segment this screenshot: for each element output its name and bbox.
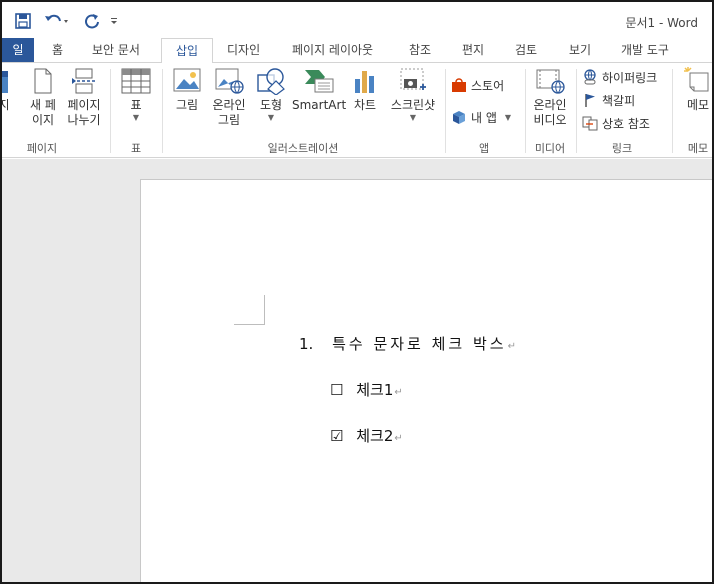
- cross-reference-button[interactable]: 상호 참조: [582, 113, 650, 133]
- screenshot-label: 스크린샷: [390, 98, 436, 112]
- bookmark-icon: [585, 94, 595, 107]
- my-apps-icon: [453, 111, 465, 124]
- paragraph-mark: ↵: [507, 341, 516, 352]
- tab-home[interactable]: 홈: [52, 38, 63, 62]
- tab-references[interactable]: 참조: [409, 38, 431, 62]
- checkbox-text-2: 체크2: [356, 427, 394, 445]
- margin-corner-mark: [234, 324, 265, 325]
- chart-button[interactable]: 차트: [350, 67, 380, 113]
- shapes-button[interactable]: 도형 ▼: [254, 67, 288, 122]
- store-icon: [452, 78, 466, 92]
- tab-page-layout[interactable]: 페이지 레이아웃: [292, 38, 373, 62]
- list-item-text: 특수 문자로 체크 박스: [332, 335, 507, 353]
- document-area: [2, 159, 712, 582]
- tab-review[interactable]: 검토: [515, 38, 537, 62]
- list-number: 1.: [299, 335, 314, 353]
- customize-qat-icon[interactable]: [108, 11, 120, 31]
- group-label-comments: 메모: [687, 142, 709, 155]
- my-apps-label: 내 앱: [471, 110, 497, 125]
- comment-button[interactable]: 메모: [680, 67, 712, 113]
- chevron-down-icon: ▼: [267, 113, 275, 122]
- store-button[interactable]: 스토어: [451, 75, 504, 95]
- undo-icon[interactable]: [42, 11, 72, 31]
- table-label: 표: [130, 98, 142, 112]
- blank-page-label-2: 이지: [31, 113, 55, 127]
- tab-insert[interactable]: 삽입: [161, 38, 213, 63]
- blank-page-label-1: 새 페: [30, 98, 56, 112]
- group-label-media: 미디어: [534, 142, 566, 155]
- smartart-button[interactable]: SmartArt: [292, 67, 347, 113]
- window-title: 문서1 - Word: [625, 16, 698, 30]
- tab-design[interactable]: 디자인: [227, 38, 260, 62]
- online-video-label-2: 비디오: [533, 113, 567, 127]
- checkbox-text-1: 체크1: [356, 381, 394, 399]
- empty-checkbox-symbol: ☐: [330, 381, 344, 399]
- margin-corner-mark: [264, 295, 265, 325]
- online-pictures-label-2: 그림: [217, 113, 241, 127]
- online-video-label-1: 온라인: [533, 98, 567, 112]
- page-break-label-2: 나누기: [67, 113, 101, 127]
- bookmark-label: 책갈피: [602, 93, 636, 108]
- cross-reference-icon: [582, 116, 598, 131]
- paragraph-mark: ↵: [394, 433, 403, 444]
- tab-protected-doc[interactable]: 보안 문서: [92, 38, 140, 62]
- title-bar: 문서1 - Word: [2, 2, 712, 38]
- blank-page-button[interactable]: 새 페 이지: [26, 67, 60, 128]
- chevron-down-icon: ▼: [409, 113, 417, 122]
- tab-developer[interactable]: 개발 도구: [621, 38, 669, 62]
- paragraph-mark: ↵: [394, 387, 403, 398]
- my-apps-button[interactable]: 내 앱 ▼: [451, 107, 511, 127]
- cover-page-label: 지: [2, 98, 14, 113]
- document-page[interactable]: [140, 179, 712, 582]
- tab-mailings[interactable]: 편지: [462, 38, 484, 62]
- hyperlink-label: 하이퍼링크: [602, 70, 658, 85]
- numbered-list-item[interactable]: 1. 특수 문자로 체크 박스↵: [299, 333, 516, 354]
- group-divider: [525, 69, 526, 153]
- group-label-apps: 앱: [478, 142, 490, 155]
- group-divider: [576, 69, 577, 153]
- group-divider: [445, 69, 446, 153]
- chevron-down-icon: ▼: [132, 113, 140, 122]
- cover-page-button[interactable]: 지: [2, 67, 14, 113]
- hyperlink-button[interactable]: 하이퍼링크: [582, 67, 657, 87]
- comment-label: 메모: [686, 98, 710, 112]
- group-label-illustrations: 일러스트레이션: [267, 142, 339, 155]
- online-video-button[interactable]: 온라인 비디오: [529, 67, 571, 128]
- page-break-button[interactable]: 페이지 나누기: [65, 67, 103, 128]
- online-pictures-button[interactable]: 온라인 그림: [208, 67, 250, 128]
- tab-view[interactable]: 보기: [569, 38, 591, 62]
- tab-file[interactable]: 일: [2, 38, 34, 62]
- group-divider: [672, 69, 673, 153]
- page-break-label-1: 페이지: [67, 98, 101, 112]
- smartart-label: SmartArt: [292, 98, 347, 112]
- cross-reference-label: 상호 참조: [602, 116, 650, 131]
- table-button[interactable]: 표 ▼: [118, 67, 154, 122]
- ribbon-tabs: 일 홈 보안 문서 삽입 디자인 페이지 레이아웃 참조 편지 검토 보기 개발…: [2, 38, 712, 63]
- hyperlink-icon: [584, 69, 596, 85]
- group-label-table: 표: [130, 142, 142, 155]
- checkbox-line-2[interactable]: ☑ 체크2↵: [330, 425, 403, 446]
- save-icon[interactable]: [12, 11, 34, 31]
- ribbon-insert: 지 새 페 이지 페이지 나누기 페이지 표 ▼ 표 그림 온라인: [2, 62, 712, 158]
- group-label-pages: 페이지: [26, 142, 58, 155]
- checkbox-line-1[interactable]: ☐ 체크1↵: [330, 379, 403, 400]
- redo-icon[interactable]: [82, 11, 102, 31]
- bookmark-button[interactable]: 책갈피: [582, 90, 635, 110]
- checked-checkbox-symbol: ☑: [330, 427, 344, 445]
- group-divider: [110, 69, 111, 153]
- screenshot-button[interactable]: 스크린샷 ▼: [386, 67, 440, 122]
- group-divider: [162, 69, 163, 153]
- chevron-down-icon: ▼: [504, 112, 512, 122]
- shapes-label: 도형: [259, 98, 283, 112]
- picture-button[interactable]: 그림: [170, 67, 204, 113]
- chart-label: 차트: [353, 98, 377, 112]
- word-window: 문서1 - Word 일 홈 보안 문서 삽입 디자인 페이지 레이아웃 참조 …: [0, 0, 714, 584]
- picture-label: 그림: [175, 98, 199, 112]
- group-label-links: 링크: [611, 142, 633, 155]
- store-label: 스토어: [471, 78, 505, 93]
- online-pictures-label-1: 온라인: [212, 98, 246, 112]
